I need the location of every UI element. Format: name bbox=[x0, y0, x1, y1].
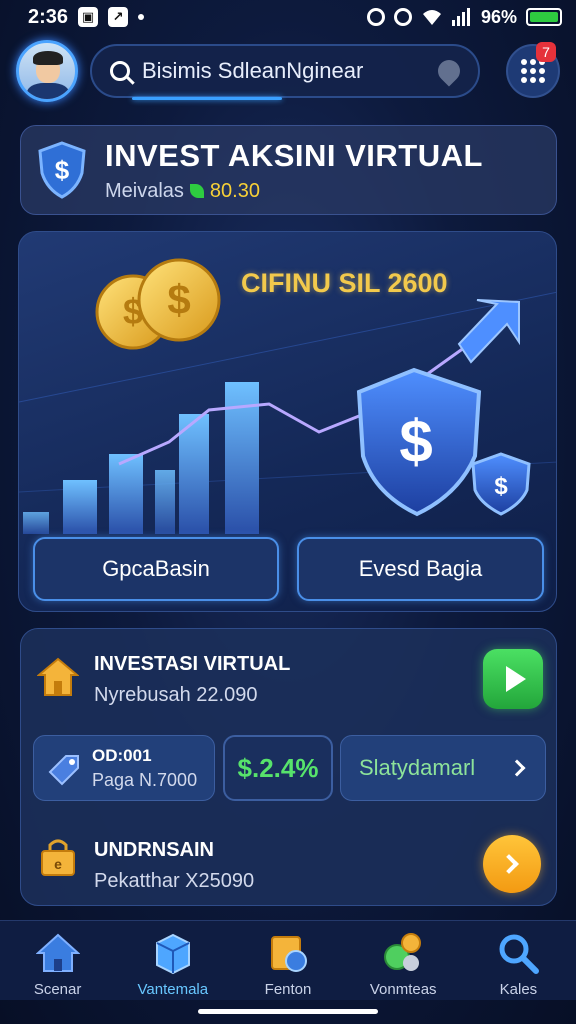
wallet-lock-icon: e bbox=[41, 839, 75, 876]
wallet-icon bbox=[271, 936, 307, 972]
search-bar[interactable]: Bisimis SdleanNginear bbox=[90, 44, 480, 100]
status-time: 2:36 bbox=[28, 5, 69, 28]
signal-icon bbox=[451, 8, 470, 26]
location-pin-icon[interactable] bbox=[433, 55, 465, 87]
dnd-icon bbox=[393, 8, 412, 26]
tag-icon bbox=[48, 755, 79, 786]
search-icon bbox=[499, 934, 540, 974]
home-icon bbox=[35, 933, 80, 972]
nav-item-kales[interactable]: Kales bbox=[461, 921, 576, 1000]
alarm-icon bbox=[366, 8, 385, 26]
row3-title: UNDRNSAIN bbox=[94, 839, 214, 861]
more-notifications-dot bbox=[138, 14, 145, 20]
battery-percent: 96% bbox=[480, 6, 517, 27]
chip2-value: $.2.4% bbox=[237, 752, 319, 783]
notification-badge: 7 bbox=[536, 42, 556, 62]
investment-list-card: INVESTASI VIRTUAL Nyrebusah 22.090 OD:00… bbox=[20, 628, 557, 906]
nav-label: Vonmteas bbox=[369, 981, 437, 998]
nav-item-fenton[interactable]: Fenton bbox=[230, 921, 345, 1000]
notification-app-icon: ▣ bbox=[78, 7, 99, 27]
search-icon bbox=[110, 61, 130, 81]
row-undrnsain[interactable]: UNDRNSAIN Pekatthar X25090 bbox=[94, 839, 254, 893]
svg-text:$: $ bbox=[55, 155, 70, 185]
nav-label: Fenton bbox=[264, 981, 312, 998]
nav-item-vantemala[interactable]: Vantemala bbox=[115, 921, 230, 1000]
balance-card[interactable]: $ INVEST AKSINI VIRTUAL Meivalas 80.30 bbox=[20, 125, 557, 215]
chart-app-icon: ↗ bbox=[108, 7, 129, 27]
coins-icon: $ $ bbox=[95, 258, 221, 350]
svg-text:$: $ bbox=[399, 408, 432, 475]
chip-rate[interactable]: $.2.4% bbox=[223, 735, 333, 801]
nav-item-vonmteas[interactable]: Vonmteas bbox=[346, 921, 461, 1000]
row1-title: INVESTASI VIRTUAL bbox=[94, 653, 291, 675]
header: Bisimis SdleanNginear 7 bbox=[16, 40, 560, 102]
chevron-right-icon bbox=[499, 854, 519, 874]
chip-details[interactable]: Slatydamarl bbox=[340, 735, 546, 801]
svg-text:$: $ bbox=[167, 276, 190, 323]
bottom-nav: Scenar Vantemala Fenton Vonmteas Kales bbox=[0, 920, 576, 1000]
balance-value: 80.30 bbox=[209, 179, 260, 202]
bar-3 bbox=[109, 454, 143, 534]
wifi-icon bbox=[422, 10, 441, 25]
battery-icon bbox=[526, 8, 562, 26]
nav-label: Scenar bbox=[33, 981, 82, 998]
bar-1 bbox=[23, 512, 49, 534]
chip1-subtitle: Paga N.7000 bbox=[92, 769, 198, 790]
bar-4 bbox=[155, 470, 175, 534]
shield-small-icon: $ bbox=[471, 452, 531, 516]
box-icon bbox=[155, 933, 190, 975]
play-button[interactable] bbox=[483, 649, 543, 709]
row1-subtitle: Nyrebusah 22.090 bbox=[94, 684, 258, 706]
bar-2 bbox=[63, 480, 97, 534]
trend-arrow bbox=[457, 299, 520, 364]
hero-right-button[interactable]: Evesd Bagia bbox=[297, 537, 544, 601]
nav-label: Vantemala bbox=[137, 981, 209, 998]
shield-big-icon: $ bbox=[356, 367, 482, 517]
svg-text:e: e bbox=[54, 856, 62, 872]
search-focus-underline bbox=[132, 97, 282, 100]
apps-menu-button[interactable]: 7 bbox=[506, 42, 560, 98]
row-investasi[interactable]: INVESTASI VIRTUAL Nyrebusah 22.090 bbox=[94, 653, 290, 707]
hero-left-button[interactable]: GpcaBasin bbox=[33, 537, 279, 601]
chip1-title: OD:001 bbox=[92, 745, 152, 765]
balance-label: Meivalas bbox=[105, 179, 184, 202]
chip3-label: Slatydamarl bbox=[359, 755, 476, 780]
shield-dollar-icon: $ bbox=[38, 141, 86, 199]
status-bar: 2:36 ▣ ↗ 96% bbox=[0, 0, 576, 34]
svg-text:$: $ bbox=[494, 473, 508, 500]
hero-banner: $ $ $ $ CIFINU SIL 2600 GpcaBasin Evesd … bbox=[18, 231, 557, 612]
coins-icon bbox=[384, 933, 422, 971]
play-icon bbox=[506, 666, 526, 692]
search-input[interactable]: Bisimis SdleanNginear bbox=[142, 58, 438, 84]
apps-grid-icon bbox=[521, 59, 545, 83]
chevron-right-icon bbox=[508, 759, 526, 777]
home-indicator[interactable] bbox=[198, 1009, 378, 1014]
hero-title: CIFINU SIL 2600 bbox=[241, 268, 448, 298]
nav-item-scenar[interactable]: Scenar bbox=[0, 921, 115, 1000]
avatar[interactable] bbox=[16, 40, 78, 102]
leaf-icon bbox=[189, 184, 204, 198]
balance-title: INVEST AKSINI VIRTUAL bbox=[105, 137, 483, 173]
home-icon bbox=[37, 657, 79, 696]
chip-order[interactable]: OD:001 Paga N.7000 bbox=[33, 735, 215, 801]
row3-subtitle: Pekatthar X25090 bbox=[94, 870, 255, 892]
nav-label: Kales bbox=[499, 981, 538, 998]
forward-button[interactable] bbox=[483, 835, 541, 893]
